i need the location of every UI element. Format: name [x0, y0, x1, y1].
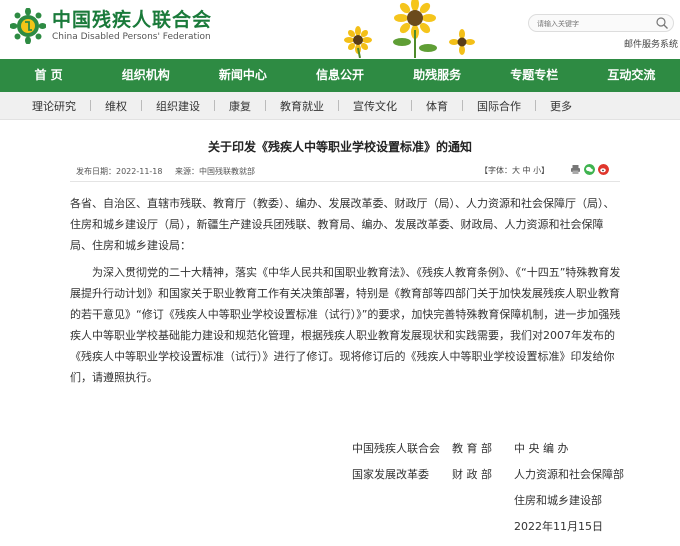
nav-item-home[interactable]: 首 页: [0, 59, 97, 92]
divider: [141, 100, 142, 111]
sub-nav-theory[interactable]: 理论研究: [32, 98, 76, 114]
article-salutation: 各省、自治区、直辖市残联、教育厅（教委）、编办、发展改革委、财政厅（局）、人力资…: [70, 197, 615, 252]
sub-nav-education[interactable]: 教育就业: [280, 98, 324, 114]
article-meta: 发布日期：2022-11-18 来源：中国残联教就部: [76, 166, 265, 177]
print-icon[interactable]: [570, 164, 581, 175]
divider: [90, 100, 91, 111]
nav-item-news[interactable]: 新闻中心: [194, 59, 291, 92]
sub-nav: 理论研究 维权 组织建设 康复 教育就业 宣传文化 体育 国际合作 更多: [0, 92, 680, 120]
sub-nav-culture[interactable]: 宣传文化: [353, 98, 397, 114]
nav-item-interaction[interactable]: 互动交流: [583, 59, 680, 92]
sub-nav-rights[interactable]: 维权: [105, 98, 127, 114]
logo-chinese-name: 中国残疾人联合会: [52, 9, 213, 31]
signature-mohrss: 人力资源和社会保障部: [514, 468, 624, 481]
search-icon[interactable]: [655, 16, 669, 30]
sub-nav-more[interactable]: 更多: [550, 98, 572, 114]
logo-emblem-icon: [10, 8, 46, 44]
nav-item-organization[interactable]: 组织机构: [97, 59, 194, 92]
search-box: [528, 14, 674, 32]
logo-english-name: China Disabled Persons' Federation: [52, 32, 211, 42]
article-title: 关于印发《残疾人中等职业学校设置标准》的通知: [207, 140, 472, 154]
divider: [462, 100, 463, 111]
divider: [338, 100, 339, 111]
nav-item-services[interactable]: 助残服务: [389, 59, 486, 92]
publish-date: 发布日期：2022-11-18: [76, 167, 163, 176]
signature-cdpf: 中国残疾人联合会: [352, 442, 440, 455]
weibo-share-icon[interactable]: [598, 164, 609, 175]
divider: [411, 100, 412, 111]
share-icons: [570, 164, 612, 175]
sub-nav-international[interactable]: 国际合作: [477, 98, 521, 114]
nav-item-info-disclosure[interactable]: 信息公开: [291, 59, 388, 92]
font-size-control[interactable]: 【字体：大 中 小】: [480, 165, 549, 176]
article-body-paragraph: 为深入贯彻党的二十大精神，落实《中华人民共和国职业教育法》、《残疾人教育条例》、…: [70, 266, 621, 384]
divider: [70, 181, 620, 182]
site-logo[interactable]: 中国残疾人联合会 China Disabled Persons' Federat…: [10, 8, 212, 44]
main-nav: 首 页 组织机构 新闻中心 信息公开 助残服务 专题专栏 互动交流: [0, 59, 680, 92]
signature-mof: 财 政 部: [452, 468, 492, 481]
sub-nav-organization[interactable]: 组织建设: [156, 98, 200, 114]
signature-ndrc: 国家发展改革委: [352, 468, 429, 481]
search-input[interactable]: [537, 17, 647, 30]
article-source: 来源：中国残联教就部: [175, 167, 256, 176]
sub-nav-rehab[interactable]: 康复: [229, 98, 251, 114]
mail-service-link[interactable]: 邮件服务系统: [624, 37, 678, 50]
sunflower-banner-image: [344, 0, 475, 58]
nav-item-topics[interactable]: 专题专栏: [486, 59, 583, 92]
signature-scopsr: 中 央 编 办: [514, 442, 569, 455]
divider: [535, 100, 536, 111]
divider: [265, 100, 266, 111]
site-header: 中国残疾人联合会 China Disabled Persons' Federat…: [0, 0, 680, 58]
signature-date: 2022年11月15日: [514, 520, 603, 533]
signature-moe: 教 育 部: [452, 442, 492, 455]
wechat-share-icon[interactable]: [584, 164, 595, 175]
divider: [214, 100, 215, 111]
sub-nav-sports[interactable]: 体育: [426, 98, 448, 114]
signature-mohurd: 住房和城乡建设部: [514, 494, 602, 507]
